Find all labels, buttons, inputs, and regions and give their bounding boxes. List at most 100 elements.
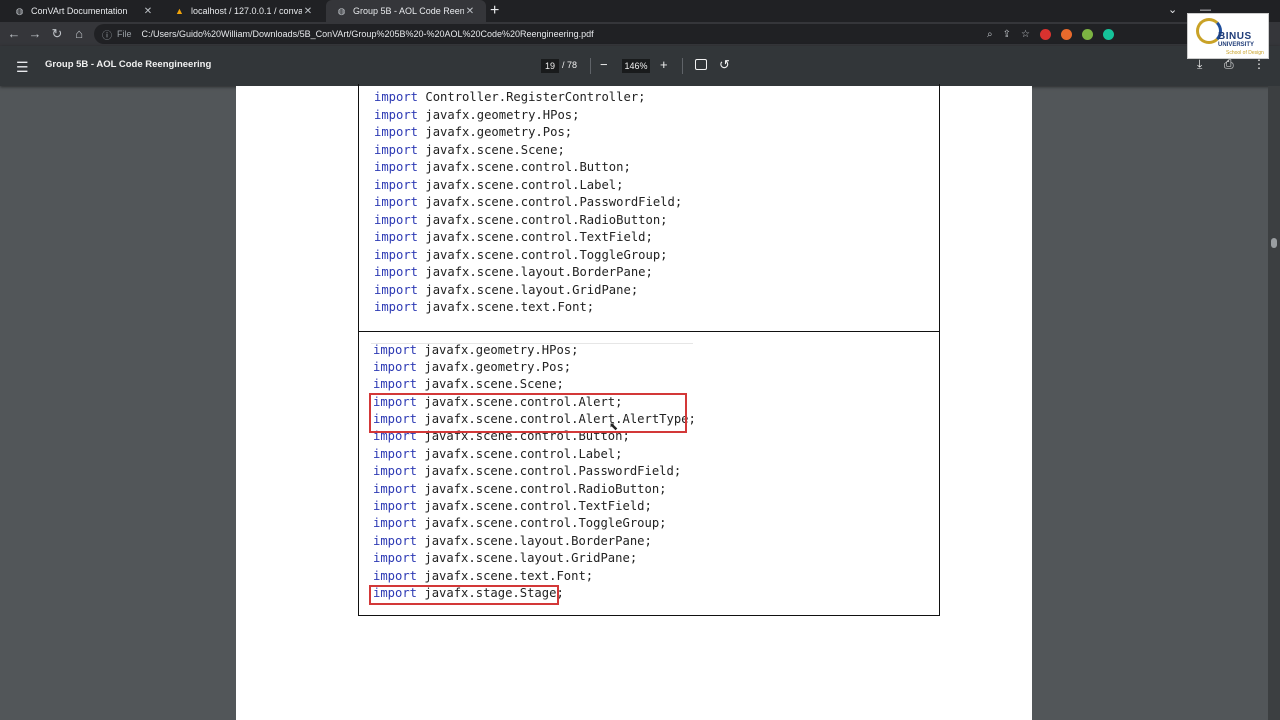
code-line: import javafx.scene.control.TextField; (373, 498, 696, 515)
url-text[interactable]: C:/Users/Guido%20William/Downloads/5B_Co… (142, 29, 594, 39)
highlight-box-stage-import (369, 585, 559, 605)
scrollbar[interactable] (1268, 86, 1280, 720)
globe-icon: ◍ (337, 5, 346, 16)
mouse-cursor-icon: ⬉ (609, 421, 619, 433)
code-line: import javafx.scene.control.ToggleGroup; (373, 515, 696, 532)
code-keyword: import (373, 464, 418, 479)
code-keyword: import (374, 107, 419, 122)
code-text: javafx.geometry.HPos; (417, 342, 579, 357)
tab-title: ConVArt Documentation (31, 6, 128, 16)
reload-icon[interactable]: ↻ (48, 25, 66, 43)
new-tab-icon[interactable]: + (490, 2, 499, 20)
code-keyword: import (373, 568, 418, 583)
code-line: import javafx.scene.text.Font; (374, 299, 682, 317)
address-bar[interactable]: ⓘ File C:/Users/Guido%20William/Download… (94, 24, 1214, 44)
code-keyword: import (374, 230, 419, 244)
extension-icon[interactable] (1082, 28, 1093, 40)
code-text: javafx.scene.Scene; (417, 377, 564, 392)
fit-page-icon[interactable] (695, 59, 707, 70)
code-text: javafx.scene.control.RadioButton; (417, 481, 667, 496)
divider (682, 58, 683, 74)
more-vert-icon[interactable]: ⋮ (1253, 57, 1265, 71)
code-keyword: import (374, 247, 419, 262)
share-icon[interactable]: ⇪ (1003, 29, 1011, 40)
code-line: import javafx.scene.control.ToggleGroup; (374, 247, 682, 265)
code-keyword: import (373, 359, 418, 374)
tab-localhost[interactable]: ▲ localhost / 127.0.0.1 / convart / u ✕ (164, 0, 324, 22)
code-line: import javafx.scene.control.Label; (374, 177, 682, 195)
pdf-page: import Controller.RegisterController; imp… (236, 84, 1032, 720)
code-line: import javafx.scene.Scene; (374, 142, 682, 160)
code-keyword: import (373, 516, 418, 531)
code-line: import javafx.scene.layout.GridPane; (373, 550, 696, 567)
star-icon[interactable]: ☆ (1021, 29, 1030, 40)
print-icon[interactable]: ⎙ (1224, 57, 1234, 72)
code-keyword: import (373, 481, 418, 496)
code-text: javafx.scene.layout.GridPane; (417, 551, 638, 566)
zoom-level-input[interactable]: 146% (622, 59, 650, 73)
chevron-down-icon[interactable]: ⌄ (1168, 0, 1177, 20)
code-line: import javafx.scene.Scene; (373, 376, 696, 393)
zoom-icon[interactable]: ⌕ (987, 29, 993, 40)
zoom-in-icon[interactable]: + (660, 57, 668, 72)
code-text: javafx.geometry.Pos; (418, 125, 573, 139)
back-arrow-icon[interactable]: ← (5, 25, 23, 43)
code-keyword: import (374, 142, 419, 157)
extension-icon[interactable] (1061, 28, 1072, 40)
code-keyword: import (374, 300, 419, 314)
home-icon[interactable]: ⌂ (70, 25, 88, 43)
code-listing-after: import javafx.geometry.HPos; import javaf… (373, 342, 696, 603)
code-keyword: import (373, 499, 418, 514)
rotate-icon[interactable]: ↺ (719, 57, 730, 73)
code-text: Controller.RegisterController; (418, 90, 646, 104)
menu-icon[interactable]: ☰ (16, 59, 29, 76)
tab-title: Group 5B - AOL Code Reengineer (353, 6, 464, 16)
forward-arrow-icon[interactable]: → (26, 25, 44, 43)
tab-strip: ◍ ConVArt Documentation ✕ ▲ localhost / … (0, 0, 1280, 22)
page-number-input[interactable]: 19 (541, 59, 559, 73)
code-line: import javafx.scene.control.RadioButton; (374, 212, 682, 230)
close-icon[interactable]: ✕ (142, 6, 154, 17)
tab-pdf-active[interactable]: ◍ Group 5B - AOL Code Reengineer ✕ (326, 0, 486, 22)
code-text: javafx.scene.layout.GridPane; (418, 282, 639, 297)
scrollbar-thumb[interactable] (1271, 238, 1277, 248)
grammarly-icon[interactable] (1103, 28, 1114, 40)
pdf-toolbar: ☰ Group 5B - AOL Code Reengineering 19 /… (0, 46, 1280, 86)
code-text: javafx.scene.control.Button; (418, 160, 631, 174)
code-keyword: import (373, 446, 418, 461)
close-icon[interactable]: ✕ (464, 6, 476, 17)
divider (590, 58, 591, 74)
highlight-box-alert-imports (369, 393, 687, 433)
code-keyword: import (373, 342, 418, 357)
code-line: import javafx.geometry.Pos; (374, 124, 682, 142)
download-icon[interactable]: ⤓ (1197, 57, 1202, 72)
zoom-out-icon[interactable]: − (600, 57, 608, 72)
code-text: javafx.scene.Scene; (418, 142, 565, 157)
code-text: javafx.geometry.Pos; (417, 359, 572, 374)
binus-logo: BINUS UNIVERSITY School of Design (1187, 13, 1269, 59)
code-text: javafx.scene.control.Label; (418, 177, 624, 192)
logo-text: BINUS (1218, 31, 1252, 42)
address-toolbar: ← → ↻ ⌂ ⓘ File C:/Users/Guido%20William/… (0, 22, 1280, 46)
code-keyword: import (374, 177, 419, 192)
adblock-icon[interactable] (1040, 28, 1051, 40)
tab-convart-docs[interactable]: ◍ ConVArt Documentation ✕ (4, 0, 164, 22)
code-keyword: import (374, 212, 419, 227)
code-text: javafx.scene.layout.BorderPane; (417, 533, 652, 548)
code-keyword: import (373, 533, 418, 548)
code-line: import Controller.RegisterController; (374, 89, 682, 107)
code-line: import javafx.scene.control.Button; (374, 159, 682, 177)
globe-icon: ◍ (15, 5, 24, 16)
code-line: import javafx.scene.layout.BorderPane; (373, 533, 696, 550)
code-text: javafx.scene.control.PasswordField; (418, 195, 683, 209)
code-line: import javafx.scene.text.Font; (373, 568, 696, 585)
info-icon[interactable]: ⓘ (102, 27, 112, 42)
close-icon[interactable]: ✕ (302, 6, 314, 17)
logo-text: School of Design (1226, 50, 1264, 56)
code-text: javafx.scene.layout.BorderPane; (418, 265, 653, 279)
code-keyword: import (374, 265, 419, 279)
phpmyadmin-icon: ▲ (175, 6, 184, 16)
code-line: import javafx.scene.control.PasswordFiel… (374, 194, 682, 212)
code-line: import javafx.scene.control.PasswordFiel… (373, 463, 696, 480)
file-label: File (117, 29, 132, 39)
